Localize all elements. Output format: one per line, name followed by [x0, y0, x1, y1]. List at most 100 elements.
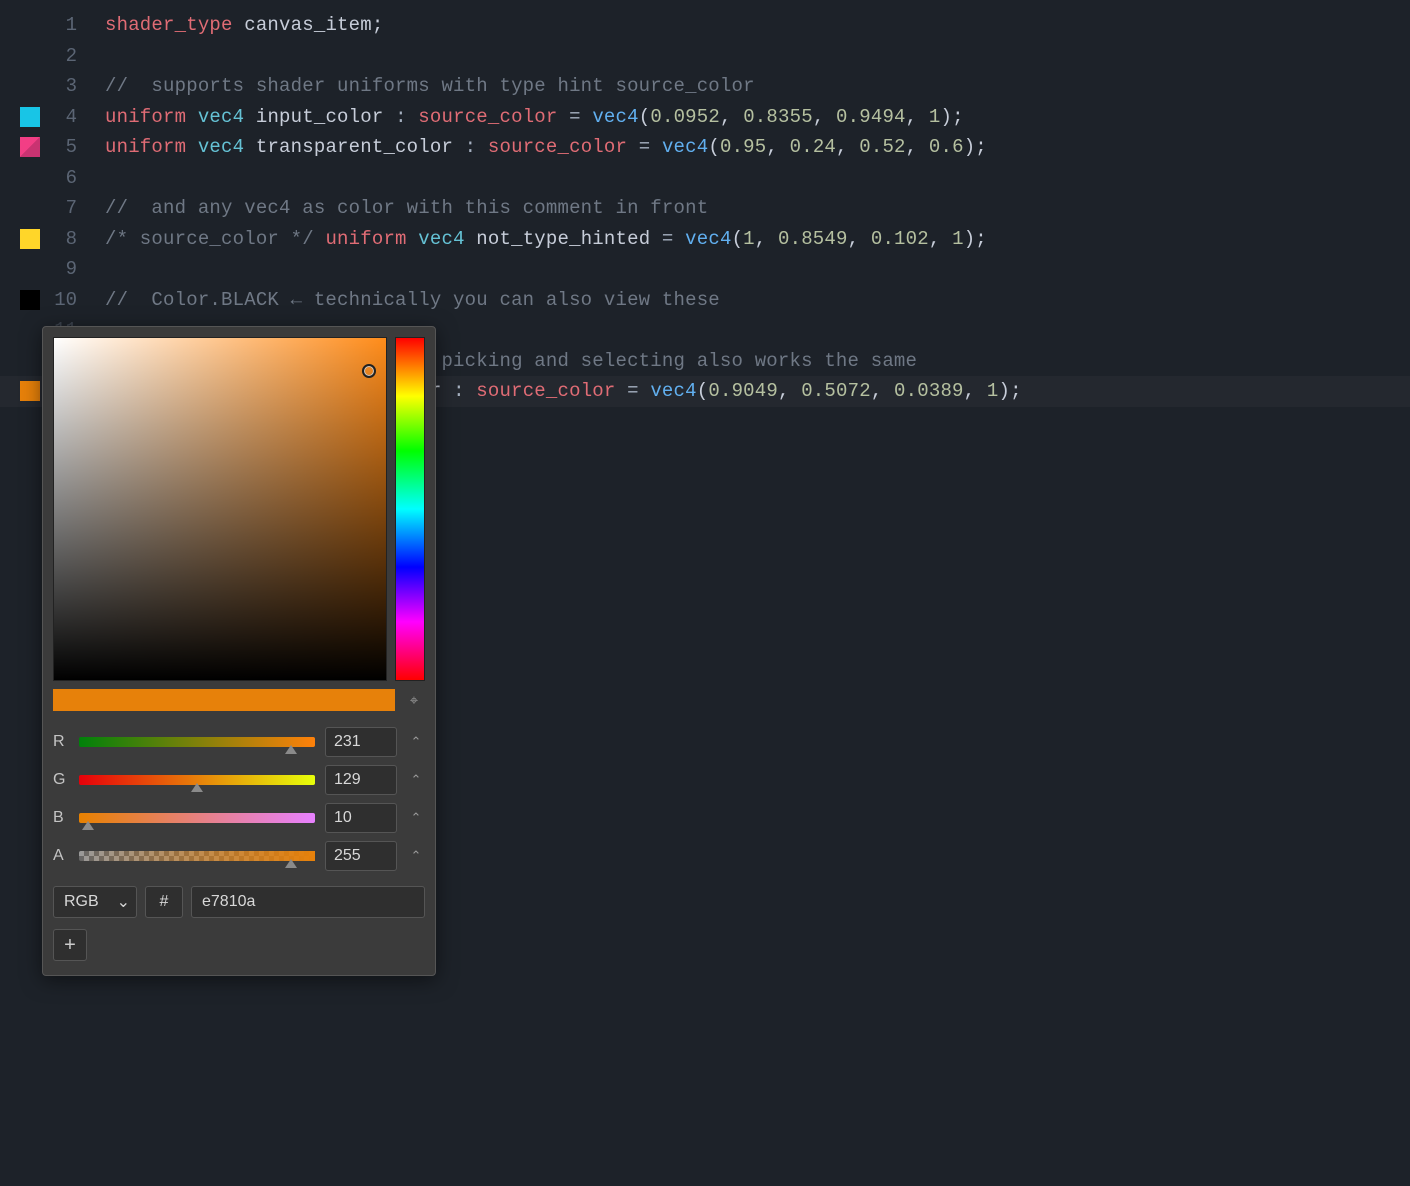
- b-slider[interactable]: [79, 813, 315, 823]
- punct: (: [732, 228, 744, 250]
- number: 1: [743, 228, 755, 250]
- channel-row-g: G 129 ⌃: [53, 761, 425, 799]
- identifier: not_type_hinted: [465, 228, 662, 250]
- keyword: shader_type: [105, 14, 233, 36]
- keyword: uniform: [105, 106, 186, 128]
- number: 0.52: [859, 136, 905, 158]
- punct: ,: [906, 136, 929, 158]
- type: vec4: [407, 228, 465, 250]
- add-preset-button[interactable]: +: [53, 929, 87, 961]
- comment: // Color.BLACK ← technically you can als…: [105, 289, 720, 311]
- color-swatch-icon[interactable]: [20, 137, 40, 157]
- punct: (: [708, 136, 720, 158]
- g-value-input[interactable]: 129: [325, 765, 397, 795]
- line-number: 10: [40, 289, 105, 311]
- op: =: [558, 106, 593, 128]
- saturation-value-panel[interactable]: [53, 337, 387, 681]
- hash-label: #: [145, 886, 183, 918]
- punct: ,: [906, 106, 929, 128]
- punct: ,: [836, 136, 859, 158]
- comment: // supports shader uniforms with type hi…: [105, 75, 755, 97]
- slider-thumb-icon[interactable]: [191, 783, 203, 792]
- punct: ,: [720, 106, 743, 128]
- type: vec4: [186, 136, 244, 158]
- number: 0.95: [720, 136, 766, 158]
- function: vec4: [685, 228, 731, 250]
- line-number: 1: [40, 14, 105, 36]
- mode-label: RGB: [64, 893, 99, 911]
- channel-label: A: [53, 847, 69, 865]
- line-number: 6: [40, 167, 105, 189]
- color-mode-select[interactable]: RGB ⌄: [53, 886, 137, 918]
- chevron-down-icon: ⌄: [117, 892, 130, 912]
- slider-thumb-icon[interactable]: [82, 821, 94, 830]
- line-number: 7: [40, 197, 105, 219]
- keyword: uniform: [105, 136, 186, 158]
- slider-thumb-icon[interactable]: [285, 745, 297, 754]
- color-swatch-icon[interactable]: [20, 381, 40, 401]
- keyword: uniform: [314, 228, 407, 250]
- line-number: 9: [40, 258, 105, 280]
- eyedropper-icon: ⌖: [410, 692, 418, 709]
- channel-label: R: [53, 733, 69, 751]
- code-line: 8 /* source_color */ uniform vec4 not_ty…: [0, 224, 1410, 255]
- number: 0.8355: [743, 106, 813, 128]
- g-slider[interactable]: [79, 775, 315, 785]
- sv-cursor-icon[interactable]: [362, 364, 376, 378]
- color-swatch-icon[interactable]: [20, 290, 40, 310]
- op: =: [616, 380, 651, 402]
- r-value-input[interactable]: 231: [325, 727, 397, 757]
- color-picker-popup: ⌖ R 231 ⌃ G 129 ⌃ B 10 ⌃ A: [42, 326, 436, 976]
- number: 0.24: [790, 136, 836, 158]
- b-value-input[interactable]: 10: [325, 803, 397, 833]
- code-text: canvas_item;: [233, 14, 384, 36]
- number: 1: [952, 228, 964, 250]
- op: =: [627, 136, 662, 158]
- stepper-icon[interactable]: ⌃: [407, 727, 425, 757]
- function: vec4: [650, 380, 696, 402]
- punct: ,: [848, 228, 871, 250]
- punct: ,: [766, 136, 789, 158]
- r-slider[interactable]: [79, 737, 315, 747]
- eyedropper-button[interactable]: ⌖: [403, 689, 425, 711]
- punct: );: [941, 106, 964, 128]
- stepper-icon[interactable]: ⌃: [407, 841, 425, 871]
- comment: /* source_color */: [105, 228, 314, 250]
- code-line: 2: [0, 41, 1410, 72]
- hint: source_color: [488, 136, 627, 158]
- number: 0.9049: [708, 380, 778, 402]
- punct: ,: [813, 106, 836, 128]
- hue-slider[interactable]: [395, 337, 425, 681]
- color-swatch-icon[interactable]: [20, 229, 40, 249]
- hint: source_color: [418, 106, 557, 128]
- punct: :: [453, 380, 476, 402]
- a-slider[interactable]: [79, 851, 315, 861]
- number: 0.102: [871, 228, 929, 250]
- line-number: 3: [40, 75, 105, 97]
- punct: );: [964, 228, 987, 250]
- hex-input[interactable]: e7810a: [191, 886, 425, 918]
- code-line: 1 shader_type canvas_item;: [0, 10, 1410, 41]
- punct: (: [697, 380, 709, 402]
- code-line: 4 uniform vec4 input_color : source_colo…: [0, 102, 1410, 133]
- code-line: 7 // and any vec4 as color with this com…: [0, 193, 1410, 224]
- line-number: 8: [40, 228, 105, 250]
- number: 0.0389: [894, 380, 964, 402]
- number: 0.6: [929, 136, 964, 158]
- slider-thumb-icon[interactable]: [285, 859, 297, 868]
- stepper-icon[interactable]: ⌃: [407, 765, 425, 795]
- punct: :: [395, 106, 418, 128]
- a-value-input[interactable]: 255: [325, 841, 397, 871]
- function: vec4: [592, 106, 638, 128]
- identifier: input_color: [244, 106, 395, 128]
- punct: ,: [755, 228, 778, 250]
- stepper-icon[interactable]: ⌃: [407, 803, 425, 833]
- identifier: transparent_color: [244, 136, 464, 158]
- punct: ,: [778, 380, 801, 402]
- color-swatch-icon[interactable]: [20, 107, 40, 127]
- punct: ,: [929, 228, 952, 250]
- code-line: 6: [0, 163, 1410, 194]
- hint: source_color: [476, 380, 615, 402]
- type: vec4: [186, 106, 244, 128]
- code-line: 5 uniform vec4 transparent_color : sourc…: [0, 132, 1410, 163]
